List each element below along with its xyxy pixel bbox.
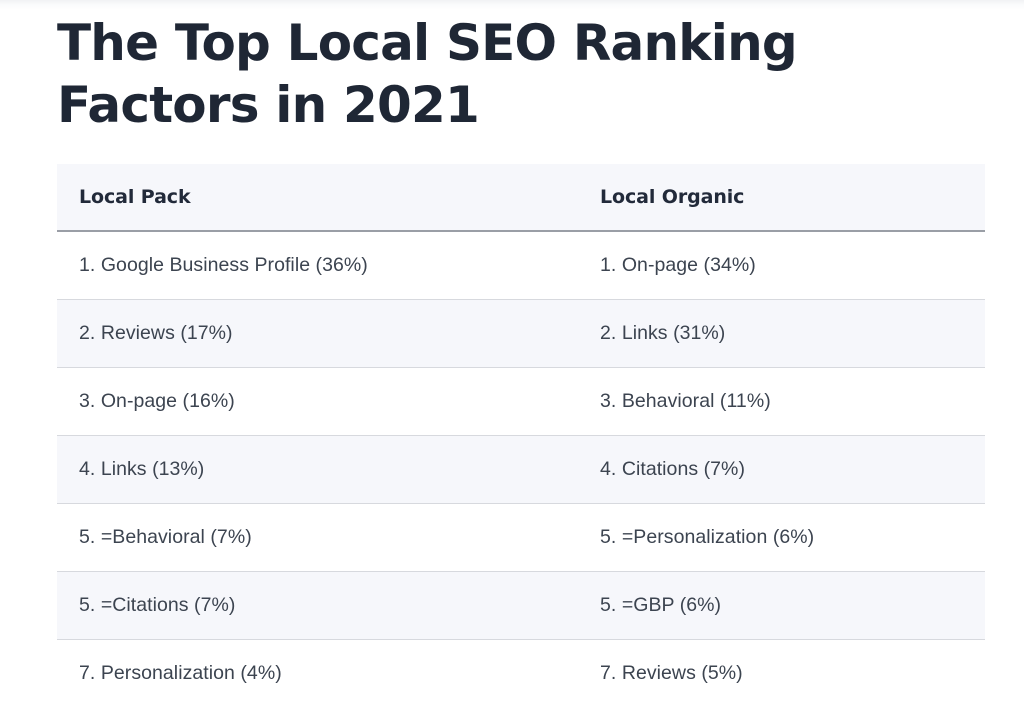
cell-local-organic: 3. Behavioral (11%) <box>578 367 985 436</box>
cell-local-organic: 5. =GBP (6%) <box>578 571 985 640</box>
cell-local-organic: 2. Links (31%) <box>578 299 985 368</box>
page-root: The Top Local SEO Ranking Factors in 202… <box>0 0 1024 719</box>
table-row: 2. Reviews (17%) 2. Links (31%) <box>57 299 985 368</box>
table-row: 4. Links (13%) 4. Citations (7%) <box>57 435 985 504</box>
ranking-factors-table-container: Local Pack Local Organic 1. Google Busin… <box>57 164 985 707</box>
table-header-row: Local Pack Local Organic <box>57 164 985 232</box>
cell-local-pack: 4. Links (13%) <box>57 435 578 504</box>
cell-local-organic: 4. Citations (7%) <box>578 435 985 504</box>
table-row: 3. On-page (16%) 3. Behavioral (11%) <box>57 367 985 436</box>
cell-local-pack: 5. =Behavioral (7%) <box>57 503 578 572</box>
cell-local-pack: 1. Google Business Profile (36%) <box>57 231 578 300</box>
table-row: 5. =Behavioral (7%) 5. =Personalization … <box>57 503 985 572</box>
cell-local-organic: 1. On-page (34%) <box>578 231 985 300</box>
cell-local-pack: 7. Personalization (4%) <box>57 639 578 707</box>
top-shadow-band <box>0 0 1024 10</box>
column-header-local-organic: Local Organic <box>578 164 985 232</box>
table-head: Local Pack Local Organic <box>57 164 985 232</box>
cell-local-organic: 7. Reviews (5%) <box>578 639 985 707</box>
table-row: 1. Google Business Profile (36%) 1. On-p… <box>57 231 985 300</box>
cell-local-organic: 5. =Personalization (6%) <box>578 503 985 572</box>
table-row: 7. Personalization (4%) 7. Reviews (5%) <box>57 639 985 707</box>
table-row: 5. =Citations (7%) 5. =GBP (6%) <box>57 571 985 640</box>
column-header-local-pack: Local Pack <box>57 164 578 232</box>
cell-local-pack: 3. On-page (16%) <box>57 367 578 436</box>
page-title: The Top Local SEO Ranking Factors in 202… <box>57 14 798 134</box>
table-body: 1. Google Business Profile (36%) 1. On-p… <box>57 231 985 707</box>
cell-local-pack: 2. Reviews (17%) <box>57 299 578 368</box>
cell-local-pack: 5. =Citations (7%) <box>57 571 578 640</box>
ranking-factors-table: Local Pack Local Organic 1. Google Busin… <box>57 164 985 707</box>
